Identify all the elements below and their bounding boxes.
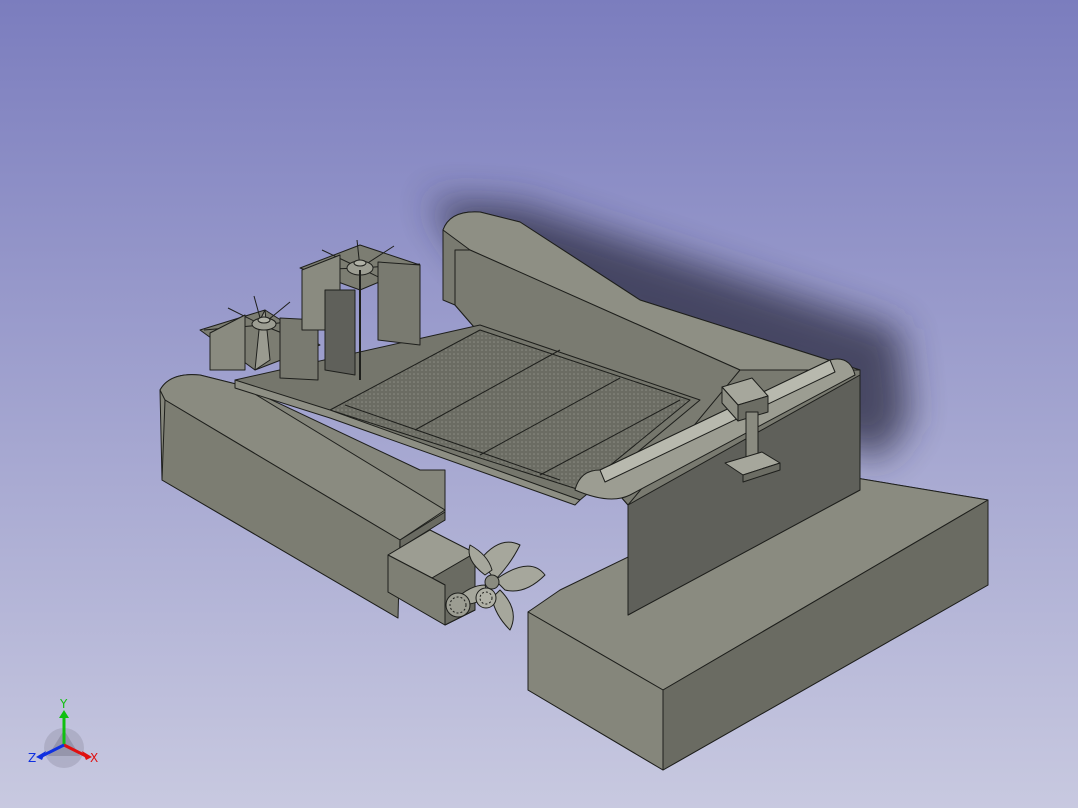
z-axis-label: Z	[28, 751, 36, 765]
x-axis-label: X	[90, 751, 98, 765]
3d-viewport[interactable]: Y X Z	[0, 0, 1078, 808]
y-axis-label: Y	[59, 697, 68, 711]
3d-scene[interactable]: Y X Z	[0, 0, 1078, 808]
